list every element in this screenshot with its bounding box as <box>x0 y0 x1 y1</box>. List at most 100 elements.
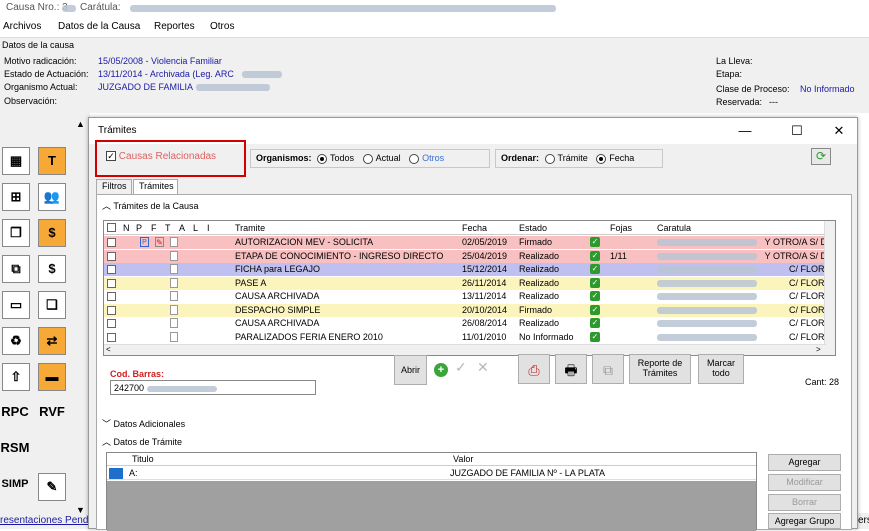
row-checkbox[interactable] <box>107 238 116 247</box>
agregar-grupo-button[interactable]: Agregar Grupo <box>768 513 841 529</box>
redacted <box>657 266 757 273</box>
scroll-right-icon[interactable]: > <box>816 345 821 354</box>
marcar-todo-button[interactable]: Marcar todo <box>698 354 744 384</box>
resize-icon[interactable]: ⧉ <box>2 255 30 283</box>
row-fecha: 13/11/2014 <box>462 291 507 301</box>
reservada-value: --- <box>769 97 778 107</box>
row-caratula: Y OTRO/A S/ D <box>764 237 827 247</box>
row-checkbox[interactable] <box>107 292 116 301</box>
delete-icon: ✕ <box>477 359 489 375</box>
causas-relacionadas-checkbox[interactable]: ✓ Causas Relacionadas <box>106 151 216 162</box>
col-fecha[interactable]: Fecha <box>462 223 487 233</box>
modificar-button[interactable]: Modificar <box>768 474 841 491</box>
agregar-button[interactable]: Agregar <box>768 454 841 471</box>
datos-tramite-header[interactable]: ︿ Datos de Trámite <box>102 435 182 451</box>
table-row[interactable]: PASE A 26/11/2014 Realizado ✓ C/ FLORI <box>104 276 835 290</box>
radio-on-icon <box>596 153 607 164</box>
table-row[interactable]: ETAPA DE CONOCIMIENTO - INGRESO DIRECTO 2… <box>104 249 835 263</box>
pending-presentations-link[interactable]: resentaciones Pendie <box>0 515 96 526</box>
cod-barras-field[interactable]: 242700 <box>110 380 316 395</box>
col-tramite[interactable]: Tramite <box>235 223 265 233</box>
vertical-scrollbar[interactable] <box>824 221 835 355</box>
row-checkbox[interactable] <box>107 319 116 328</box>
row-caratula: C/ FLORI <box>788 291 827 301</box>
menu-otros[interactable]: Otros <box>210 21 234 32</box>
currency-icon[interactable]: $ <box>38 219 66 247</box>
radio-otros[interactable]: Otros <box>409 153 444 164</box>
edit-icon[interactable]: ✎ <box>38 473 66 501</box>
col-caratula[interactable]: Caratula <box>657 223 691 233</box>
menu-datos-causa[interactable]: Datos de la Causa <box>58 21 140 32</box>
causa-number: Causa Nro.: 3 <box>6 2 68 13</box>
table-row[interactable]: DESPACHO SIMPLE 20/10/2014 Firmado ✓ C/ FLOR… <box>104 303 835 317</box>
radio-todos[interactable]: Todos <box>317 153 354 164</box>
minimize-icon[interactable]: — <box>735 123 755 138</box>
upload-icon[interactable]: ⇧ <box>2 363 30 391</box>
rvf-button[interactable]: RVF <box>37 399 67 427</box>
dt-col-valor: Valor <box>453 454 474 464</box>
rpc-button[interactable]: RPC <box>0 399 30 427</box>
row-checkbox[interactable] <box>107 278 116 288</box>
radio-actual[interactable]: Actual <box>362 153 401 164</box>
simp-button[interactable]: SIMP <box>0 471 30 499</box>
radio-tramite[interactable]: Trámite <box>544 153 588 164</box>
users-icon[interactable]: 👥 <box>38 183 66 211</box>
datos-adicionales-header[interactable]: ﹀ Datos Adicionales <box>102 417 185 433</box>
maximize-icon[interactable]: ☐ <box>787 123 807 139</box>
dt-valor-value: JUZGADO DE FAMILIA Nº - LA PLATA <box>450 468 605 478</box>
table-row[interactable]: FICHA para LEGAJO 15/12/2014 Realizado ✓ C/ … <box>104 263 835 276</box>
folder-icon[interactable]: ▭ <box>2 291 30 319</box>
text-button-label: T <box>48 153 56 168</box>
table-row[interactable]: AUTORIZACION MEV - SOLICITA 02/05/2019 Fir… <box>104 236 835 249</box>
pages-icon[interactable]: ❏ <box>38 291 66 319</box>
abrir-button[interactable]: Abrir <box>394 355 427 385</box>
dt-row[interactable]: A: JUZGADO DE FAMILIA Nº - LA PLATA <box>107 467 756 480</box>
row-checkbox[interactable] <box>107 265 116 274</box>
text-button[interactable]: T <box>38 147 66 175</box>
menu-reportes[interactable]: Reportes <box>154 21 195 32</box>
radio-fecha[interactable]: Fecha <box>596 153 635 164</box>
row-tramite: CAUSA ARCHIVADA <box>235 318 320 328</box>
row-estado: Realizado <box>519 291 560 301</box>
tab-tramites[interactable]: Trámites <box>133 179 178 195</box>
row-tramite: PARALIZADOS FERIA ENERO 2010 <box>235 331 383 342</box>
numbers-icon[interactable]: ⊞ <box>2 183 30 211</box>
recycle-icon[interactable]: ♻ <box>2 327 30 355</box>
refresh-icon[interactable]: ⟳ <box>811 148 831 165</box>
table-row[interactable]: PARALIZADOS FERIA ENERO 2010 11/01/2010 No… <box>104 330 835 344</box>
attach-icon[interactable]: ⧉ <box>592 354 624 384</box>
transfer-icon[interactable]: ⇄ <box>38 327 66 355</box>
count-label: Cant: 28 <box>805 377 840 387</box>
monitor-icon[interactable]: ▬ <box>38 363 66 391</box>
row-checkbox[interactable] <box>107 305 116 315</box>
pdf-icon[interactable]: ⎙ <box>518 354 550 384</box>
close-icon[interactable]: ✕ <box>829 123 849 139</box>
copies-icon[interactable]: ❐ <box>2 219 30 247</box>
fecha-label: Fecha <box>609 153 635 163</box>
dollar-doc-icon[interactable]: $ <box>38 255 66 283</box>
table-row[interactable]: CAUSA ARCHIVADA 26/08/2014 Realizado ✓ C/ FL… <box>104 317 835 330</box>
row-checkbox[interactable] <box>107 251 116 261</box>
tab-filtros[interactable]: Filtros <box>96 179 132 194</box>
scroll-left-icon[interactable]: < <box>106 345 111 354</box>
reporte-tramites-button[interactable]: Reporte de Trámites <box>629 354 691 384</box>
caratula-label: Carátula: <box>80 2 121 13</box>
col-fojas[interactable]: Fojas <box>610 223 632 233</box>
select-all-checkbox[interactable] <box>107 223 116 232</box>
row-checkbox[interactable] <box>107 332 116 342</box>
add-icon[interactable]: + <box>434 363 448 377</box>
calculator-icon[interactable]: ▦ <box>2 147 30 175</box>
scroll-up-icon[interactable]: ▲ <box>76 119 85 129</box>
cod-barras-label: Cod. Barras: <box>110 369 165 379</box>
radio-off-icon <box>362 153 373 164</box>
rsm-button[interactable]: RSM <box>0 435 30 463</box>
print-icon[interactable]: 🖶 <box>555 354 587 384</box>
table-row[interactable]: CAUSA ARCHIVADA 13/11/2014 Realizado ✓ C/ FL… <box>104 290 835 303</box>
menu-archivos[interactable]: Archivos <box>3 21 41 32</box>
radio-off-icon <box>409 153 420 164</box>
organismos-label: Organismos: <box>256 153 312 163</box>
col-estado[interactable]: Estado <box>519 223 547 233</box>
tramites-section-title: Trámites de la Causa <box>113 201 199 211</box>
borrar-button[interactable]: Borrar <box>768 494 841 511</box>
tramites-section-header[interactable]: ︿ Trámites de la Causa <box>102 199 199 215</box>
